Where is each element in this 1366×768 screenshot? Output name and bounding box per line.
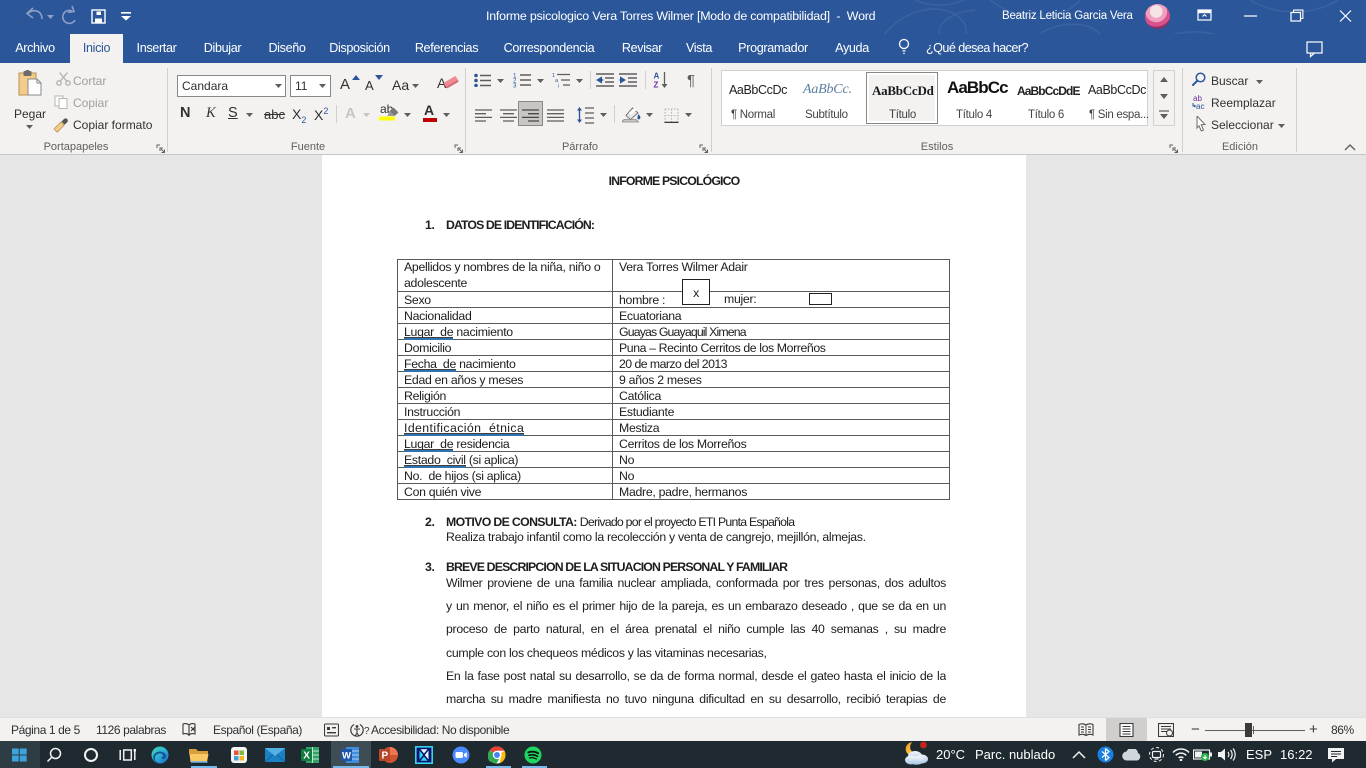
svg-text:P: P <box>382 751 389 762</box>
svg-text:i: i <box>558 84 559 89</box>
svg-text:Z: Z <box>654 81 659 90</box>
svg-text:W: W <box>342 751 351 762</box>
svg-text:A: A <box>654 72 660 81</box>
svg-text:X: X <box>303 751 310 762</box>
svg-text:?: ? <box>364 726 370 737</box>
svg-text:3: 3 <box>513 83 517 89</box>
svg-text:ac: ac <box>1196 102 1204 110</box>
